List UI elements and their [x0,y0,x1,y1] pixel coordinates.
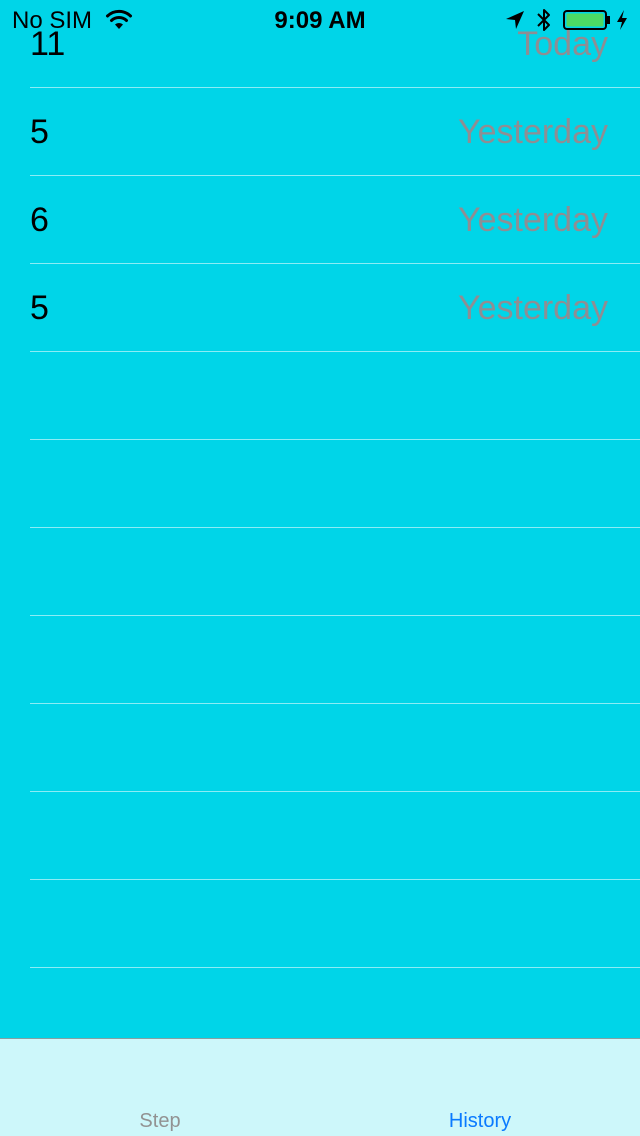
day-label: Yesterday [458,201,608,239]
step-count: 5 [30,289,49,327]
day-label: Yesterday [458,289,608,327]
tab-history-label: History [448,1110,512,1132]
empty-row [0,440,640,528]
day-label: Yesterday [458,113,608,151]
table-row[interactable]: 6 Yesterday [0,176,640,264]
tab-bar: Step History [0,1038,640,1136]
table-row[interactable]: 5 Yesterday [0,88,640,176]
battery-icon [563,10,610,30]
location-arrow-icon [506,11,524,29]
row-separator [30,967,640,968]
status-bar: No SIM 9:09 AM [0,0,640,40]
empty-row [0,352,640,440]
tab-history[interactable]: History [320,1039,640,1136]
bluetooth-icon [537,9,550,31]
history-table[interactable]: 11 Today 5 Yesterday 6 Yesterday 5 Yeste… [0,0,640,1038]
empty-row [0,704,640,792]
empty-row [0,528,640,616]
step-count: 5 [30,113,49,151]
history-screen: 11 Today 5 Yesterday 6 Yesterday 5 Yeste… [0,0,640,1136]
tab-step-label: Step [139,1110,181,1132]
table-row[interactable]: 5 Yesterday [0,264,640,352]
empty-row [0,792,640,880]
step-count: 6 [30,201,49,239]
empty-row [0,616,640,704]
empty-row [0,880,640,968]
tab-step[interactable]: Step [0,1039,320,1136]
charging-bolt-icon [617,10,627,30]
